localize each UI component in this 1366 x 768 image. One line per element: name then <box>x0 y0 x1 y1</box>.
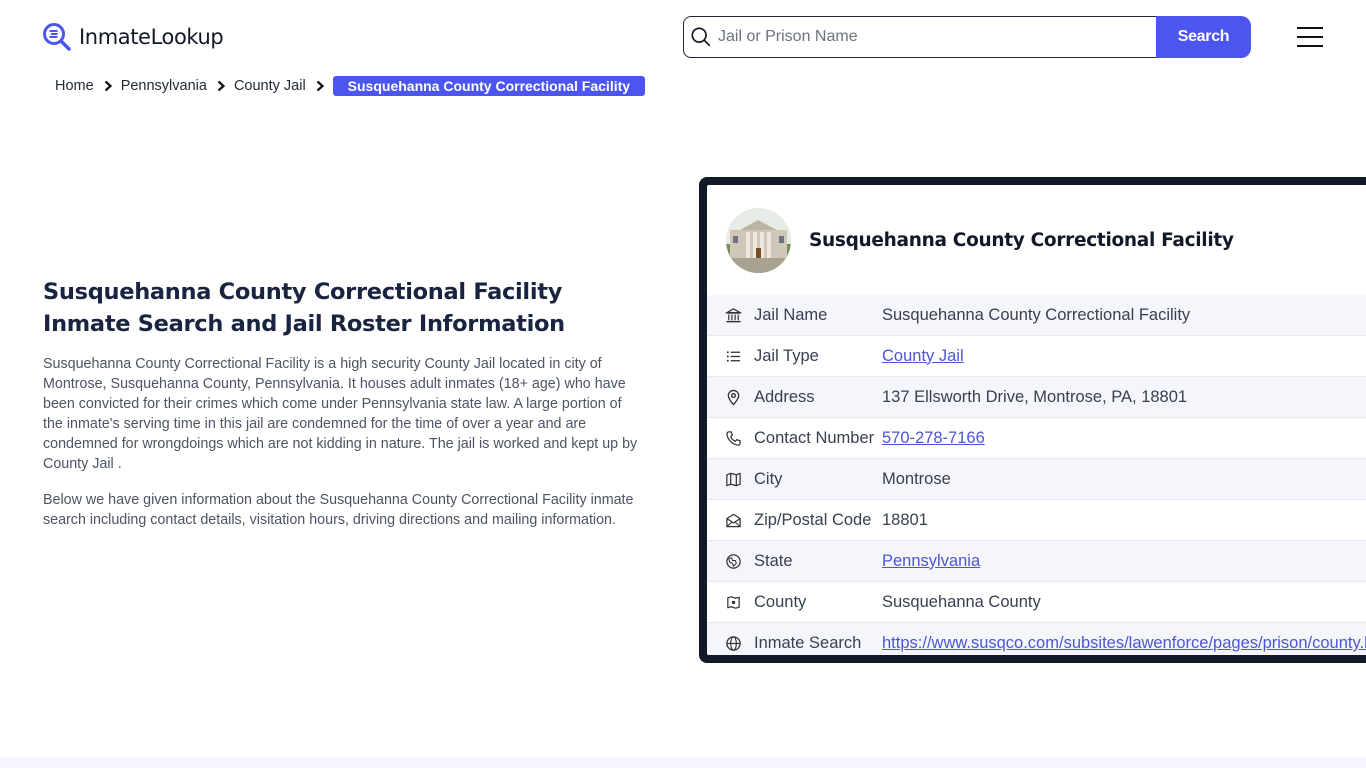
logo-text: InmateLookup <box>79 25 224 49</box>
row-label: Inmate Search <box>754 634 862 652</box>
description-paragraph: Susquehanna County Correctional Facility… <box>43 356 638 472</box>
search-icon <box>691 27 711 47</box>
search-field[interactable] <box>683 16 1156 58</box>
breadcrumb-home[interactable]: Home <box>55 78 94 94</box>
row-label: State <box>754 551 793 570</box>
detail-row-state: State Pennsylvania <box>707 541 1366 582</box>
logo-magnifier-icon <box>43 23 71 51</box>
facility-details-table: Jail Name Susquehanna County Correctiona… <box>707 295 1366 655</box>
row-value: Susquehanna County <box>882 592 1041 611</box>
row-label: City <box>754 469 783 488</box>
facility-photo <box>726 207 791 273</box>
card-header: Susquehanna County Correctional Facility <box>707 185 1366 295</box>
chevron-right-icon <box>104 80 112 92</box>
detail-row-address: Address 137 Ellsworth Drive, Montrose, P… <box>707 377 1366 418</box>
detail-row-contact-number: Contact Number 570-278-7166 <box>707 418 1366 459</box>
search-form: Search <box>683 16 1251 58</box>
list-icon <box>724 347 742 365</box>
detail-row-jail-name: Jail Name Susquehanna County Correctiona… <box>707 295 1366 336</box>
row-value: Montrose <box>882 469 951 488</box>
row-value: Susquehanna County Correctional Facility <box>882 305 1191 324</box>
row-label: Address <box>754 387 815 406</box>
page-title: Susquehanna County Correctional Facility… <box>43 279 565 337</box>
building-columns-icon <box>724 306 742 324</box>
row-label: Jail Type <box>754 346 819 365</box>
hamburger-menu-icon[interactable] <box>1296 25 1324 49</box>
globe-icon <box>724 635 742 653</box>
detail-row-inmate-search: Inmate Search https://www.susqco.com/sub… <box>707 623 1366 655</box>
breadcrumb: Home Pennsylvania County Jail Susquehann… <box>55 76 646 96</box>
row-label: Jail Name <box>754 305 828 324</box>
inmate-search-link[interactable]: https://www.susqco.com/subsites/lawenfor… <box>882 634 1366 653</box>
chevron-right-icon <box>316 80 324 92</box>
globe-map-icon <box>724 552 742 570</box>
detail-row-city: City Montrose <box>707 459 1366 500</box>
row-label: Zip/Postal Code <box>754 510 872 529</box>
intro-paragraph: Below we have given information about th… <box>43 492 634 528</box>
breadcrumb-current: Susquehanna County Correctional Facility <box>332 76 646 96</box>
detail-row-county: County Susquehanna County <box>707 582 1366 623</box>
footer-band <box>0 757 1366 768</box>
logo[interactable]: InmateLookup <box>42 22 224 52</box>
phone-icon <box>724 429 742 447</box>
search-input[interactable] <box>718 28 1138 46</box>
jail-type-link[interactable]: County Jail <box>882 347 964 366</box>
row-value: 18801 <box>882 510 928 529</box>
detail-row-jail-type: Jail Type County Jail <box>707 336 1366 377</box>
county-map-icon <box>724 593 742 611</box>
breadcrumb-pennsylvania[interactable]: Pennsylvania <box>121 78 207 94</box>
map-pin-icon <box>724 388 742 406</box>
map-icon <box>724 470 742 488</box>
state-link[interactable]: Pennsylvania <box>882 552 980 571</box>
search-button[interactable]: Search <box>1156 16 1251 58</box>
card-title: Susquehanna County Correctional Facility <box>809 229 1234 251</box>
row-value: 137 Ellsworth Drive, Montrose, PA, 18801 <box>882 387 1188 406</box>
row-label: County <box>754 592 807 611</box>
facility-info-card: Susquehanna County Correctional Facility… <box>699 177 1366 663</box>
breadcrumb-county-jail[interactable]: County Jail <box>234 78 306 94</box>
row-label: Contact Number <box>754 428 875 447</box>
phone-link[interactable]: 570-278-7166 <box>882 429 985 448</box>
chevron-right-icon <box>217 80 226 92</box>
mail-open-icon <box>724 511 742 529</box>
detail-row-zip: Zip/Postal Code 18801 <box>707 500 1366 541</box>
